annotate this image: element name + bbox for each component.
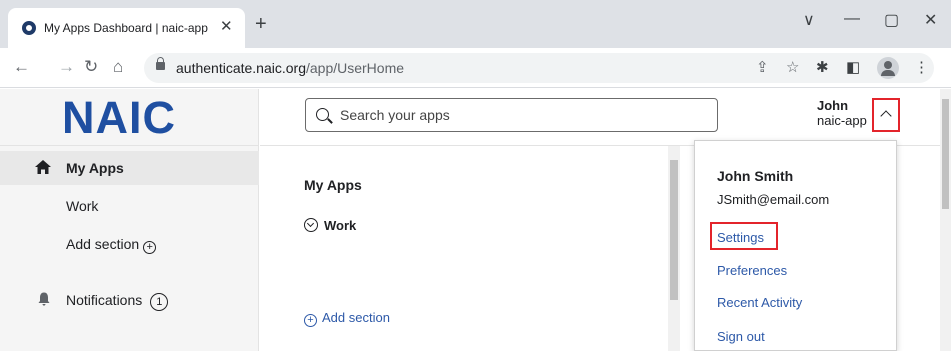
user-name[interactable]: John <box>817 98 848 113</box>
share-icon[interactable]: ⇪ <box>756 58 769 76</box>
section-work-toggle[interactable]: Work <box>304 218 356 233</box>
sidebar-item-my-apps[interactable]: My Apps <box>0 151 259 185</box>
sidebar-item-label: Notifications 1 <box>66 292 169 311</box>
lock-icon[interactable] <box>156 57 165 70</box>
bookmark-star-icon[interactable]: ☆ <box>786 58 799 76</box>
sidebar-divider <box>0 145 259 146</box>
menu-item-recent-activity[interactable]: Recent Activity <box>717 295 802 310</box>
extensions-puzzle-icon[interactable]: ✱ <box>816 58 829 76</box>
browser-toolbar: ← → ↻ ⌂ authenticate.naic.org/app/UserHo… <box>0 48 951 88</box>
bell-icon <box>38 292 50 306</box>
sidebar-item-notifications[interactable]: Notifications 1 <box>0 283 259 317</box>
naic-logo[interactable]: NAIC <box>62 93 176 143</box>
maximize-button[interactable]: ▢ <box>884 10 899 30</box>
address-bar[interactable]: authenticate.naic.org/app/UserHome ⇪ ☆ ✱… <box>144 53 934 83</box>
chevron-up-icon <box>880 110 892 122</box>
reload-icon[interactable]: ↻ <box>84 57 98 77</box>
search-placeholder: Search your apps <box>340 107 450 123</box>
add-section-label: Add section <box>322 310 390 325</box>
window-close-button[interactable]: ✕ <box>924 10 937 30</box>
notification-count-badge: 1 <box>150 293 169 311</box>
naic-favicon-icon <box>22 21 36 35</box>
menu-item-preferences[interactable]: Preferences <box>717 263 787 278</box>
add-circle-icon: + <box>304 314 317 327</box>
sidebar-item-add-section[interactable]: Add section + <box>0 227 259 261</box>
browser-menu-icon[interactable]: ⋮ <box>914 58 929 76</box>
back-arrow-icon[interactable]: ← <box>13 57 30 77</box>
minimize-button[interactable]: — <box>844 10 860 28</box>
menu-item-sign-out[interactable]: Sign out <box>717 329 765 344</box>
chevron-down-circle-icon <box>304 218 318 232</box>
user-dropdown-menu: John Smith JSmith@email.com Settings Pre… <box>694 140 897 351</box>
user-org[interactable]: naic-app <box>817 113 867 128</box>
home-icon <box>35 160 51 174</box>
sidebar-item-label: My Apps <box>66 160 124 176</box>
page-title: My Apps <box>304 177 362 193</box>
sidebar-item-label: Add section + <box>66 236 157 254</box>
tab-search-icon[interactable]: ∨ <box>803 10 815 30</box>
tab-title: My Apps Dashboard | naic-app <box>44 21 208 35</box>
notifications-label: Notifications <box>66 292 143 308</box>
page-scrollbar[interactable] <box>940 89 951 351</box>
search-input[interactable]: Search your apps <box>305 98 718 132</box>
side-panel-icon[interactable]: ◧ <box>846 58 860 76</box>
content-scroll-thumb[interactable] <box>670 160 678 300</box>
dropdown-email: JSmith@email.com <box>717 192 830 207</box>
add-section-label: Add section <box>66 236 140 252</box>
add-circle-icon: + <box>143 241 157 254</box>
search-icon <box>316 108 329 121</box>
menu-item-settings[interactable]: Settings <box>717 230 764 245</box>
url-text[interactable]: authenticate.naic.org/app/UserHome <box>176 60 404 76</box>
sidebar-item-work[interactable]: Work <box>0 189 259 223</box>
browser-tab[interactable]: My Apps Dashboard | naic-app ✕ <box>8 8 245 48</box>
content-scrollbar[interactable] <box>668 146 680 351</box>
profile-avatar-icon[interactable] <box>877 57 899 79</box>
user-menu-toggle-button[interactable] <box>872 98 900 132</box>
add-section-button[interactable]: + Add section <box>304 310 390 327</box>
page-scroll-thumb[interactable] <box>942 99 949 209</box>
forward-arrow-icon[interactable]: → <box>58 57 75 77</box>
url-path: /app/UserHome <box>305 60 405 76</box>
browser-tabstrip: My Apps Dashboard | naic-app ✕ + ∨ — ▢ ✕ <box>0 0 951 48</box>
sidebar: NAIC My Apps Work Add section + Notificat… <box>0 89 259 351</box>
home-browser-icon[interactable]: ⌂ <box>113 57 123 77</box>
tab-close-icon[interactable]: ✕ <box>220 17 233 35</box>
new-tab-button[interactable]: + <box>255 14 267 34</box>
section-work-label: Work <box>324 218 357 233</box>
dropdown-full-name: John Smith <box>717 168 794 184</box>
sidebar-item-label: Work <box>66 198 99 214</box>
url-host: authenticate.naic.org <box>176 60 306 76</box>
